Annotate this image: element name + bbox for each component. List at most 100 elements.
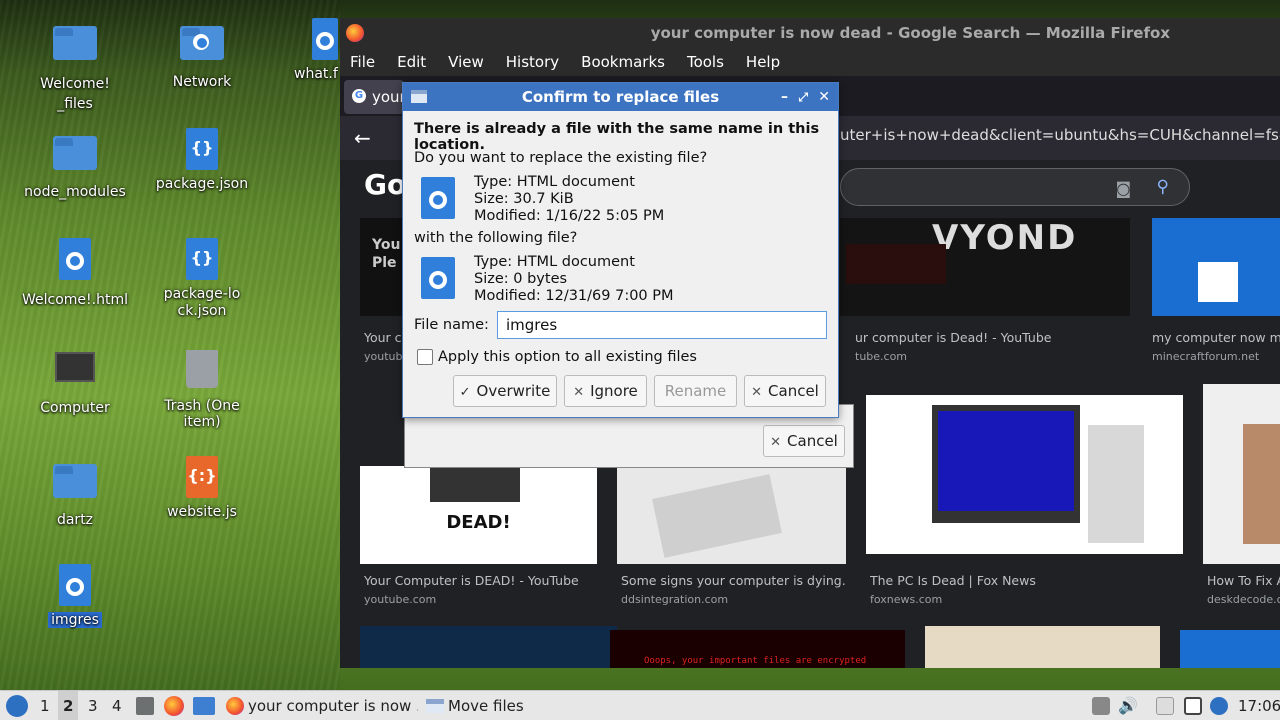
start-menu-icon[interactable] xyxy=(6,695,28,717)
workspace-2[interactable]: 2 xyxy=(58,691,79,720)
result-thumb[interactable] xyxy=(360,626,617,668)
desktop-icon-welcome-files[interactable]: Welcome! _files xyxy=(20,18,130,114)
button-label: Rename xyxy=(664,382,727,400)
rename-button[interactable]: Rename xyxy=(654,375,737,407)
computer-icon xyxy=(53,352,97,396)
menu-bar: File Edit View History Bookmarks Tools H… xyxy=(340,48,1280,76)
close-icon: ✕ xyxy=(573,385,585,400)
volume-icon[interactable]: 🔊 xyxy=(1118,697,1138,715)
maximize-icon[interactable]: ⤢ xyxy=(798,83,808,111)
result-thumb[interactable] xyxy=(617,466,846,564)
existing-file-type: Type: HTML document xyxy=(474,174,635,190)
apply-all-checkbox[interactable] xyxy=(417,349,433,365)
firefox-icon xyxy=(346,24,364,42)
result-caption[interactable]: ur computer is Dead! - YouTube tube.com xyxy=(855,330,1105,363)
close-icon[interactable]: ✕ xyxy=(818,83,830,111)
dialog-titlebar[interactable]: Confirm to replace files – ⤢ ✕ xyxy=(403,83,838,111)
ignore-button[interactable]: ✕ Ignore xyxy=(564,375,647,407)
result-title: How To Fix A xyxy=(1207,573,1280,588)
desktop-icon-dartz[interactable]: dartz xyxy=(20,456,130,528)
desktop-icon-imgres[interactable]: imgres xyxy=(20,564,130,628)
desktop-icon-package-lock-json[interactable]: {} package-lock.json xyxy=(147,238,257,320)
result-caption[interactable]: How To Fix A deskdecode.com xyxy=(1207,573,1280,606)
menu-edit[interactable]: Edit xyxy=(397,48,438,76)
clipboard-icon[interactable] xyxy=(1156,697,1174,715)
url-bar[interactable]: uter+is+now+dead&client=ubuntu&hs=CUH&ch… xyxy=(840,126,1280,144)
desktop-icon-package-json[interactable]: {} package.json xyxy=(147,128,257,192)
minimize-icon[interactable]: – xyxy=(781,83,788,111)
desktop-icon-label: Network xyxy=(172,74,232,90)
result-caption[interactable]: Some signs your computer is dying...or..… xyxy=(621,573,846,606)
search-box[interactable]: ◙ ⚲ xyxy=(840,168,1190,206)
taskbar-window-firefox[interactable]: your computer is now ... xyxy=(222,693,418,719)
menu-view[interactable]: View xyxy=(448,48,496,76)
result-source: youtube.com xyxy=(364,593,437,606)
result-caption[interactable]: my computer now my F minecraftforum.net xyxy=(1152,330,1280,363)
folder-icon xyxy=(53,26,97,70)
result-thumb[interactable]: DEAD! xyxy=(360,466,597,564)
display-icon[interactable] xyxy=(1184,697,1202,715)
existing-file-info: Type: HTML document Size: 30.7 KiB Modif… xyxy=(474,174,664,225)
desktop-icon-label: dartz xyxy=(56,512,94,528)
menu-bookmarks[interactable]: Bookmarks xyxy=(581,48,677,76)
desktop-icon-welcome-html[interactable]: Welcome!.html xyxy=(20,238,130,308)
filename-input[interactable] xyxy=(497,311,827,339)
json-file-icon: {} xyxy=(180,128,224,172)
desktop-icon-network[interactable]: Network xyxy=(147,18,257,90)
desktop-icon-node-modules[interactable]: node_modules xyxy=(20,128,130,200)
window-icon xyxy=(426,699,444,713)
menu-file[interactable]: File xyxy=(350,48,387,76)
browser-tab[interactable]: G your xyxy=(344,80,404,114)
menu-help[interactable]: Help xyxy=(746,48,792,76)
result-caption[interactable]: Your Computer is DEAD! - YouTube youtube… xyxy=(364,573,594,606)
network-folder-icon xyxy=(180,26,224,70)
thumb-graphic xyxy=(846,244,946,284)
incoming-file-modified: Modified: 12/31/69 7:00 PM xyxy=(474,288,674,304)
desktop-icon-computer[interactable]: Computer xyxy=(20,346,130,416)
tray-expand-icon[interactable] xyxy=(1092,697,1110,715)
clock[interactable]: 17:06 xyxy=(1238,691,1280,720)
apply-all-label[interactable]: Apply this option to all existing files xyxy=(438,349,697,365)
trash-icon xyxy=(180,350,224,394)
result-thumb[interactable] xyxy=(866,395,1183,554)
incoming-file-info: Type: HTML document Size: 0 bytes Modifi… xyxy=(474,254,674,305)
result-thumb[interactable]: Ooops, your important files are encrypte… xyxy=(610,630,905,668)
overwrite-button[interactable]: ✓ Overwrite xyxy=(453,375,557,407)
result-caption[interactable]: The PC Is Dead | Fox News foxnews.com xyxy=(870,573,1130,606)
camera-icon[interactable]: ◙ xyxy=(1115,179,1131,198)
close-icon: ✕ xyxy=(751,385,763,400)
result-thumb[interactable] xyxy=(925,626,1160,668)
firefox-launcher-icon[interactable] xyxy=(164,696,184,716)
filename-label: File name: xyxy=(414,317,489,333)
workspace-1[interactable]: 1 xyxy=(40,691,50,720)
incoming-file-type: Type: HTML document xyxy=(474,254,635,270)
workspace-3[interactable]: 3 xyxy=(88,691,98,720)
desktop-icon[interactable] xyxy=(193,697,215,715)
thumb-graphic xyxy=(932,405,1080,523)
qr-code-icon xyxy=(1198,262,1238,302)
result-thumb[interactable]: VYOND xyxy=(840,218,1130,316)
button-label: Cancel xyxy=(787,432,838,450)
existing-file-size: Size: 30.7 KiB xyxy=(474,191,574,207)
desktop-icon-label: Welcome! _files xyxy=(40,76,110,112)
js-file-icon: {:} xyxy=(180,456,224,500)
search-icon[interactable]: ⚲ xyxy=(1157,177,1169,197)
menu-tools[interactable]: Tools xyxy=(687,48,736,76)
back-arrow-icon[interactable]: ← xyxy=(354,126,371,150)
desktop-icon-label: package.json xyxy=(155,176,249,192)
menu-history[interactable]: History xyxy=(506,48,571,76)
notification-icon[interactable] xyxy=(1210,697,1228,715)
workspace-4[interactable]: 4 xyxy=(112,691,122,720)
result-title: my computer now my F xyxy=(1152,330,1280,345)
cancel-button[interactable]: ✕ Cancel xyxy=(744,375,826,407)
result-thumb[interactable] xyxy=(1203,384,1280,564)
desktop-icon-trash[interactable]: Trash (One item) xyxy=(147,346,257,430)
taskbar-window-move-files[interactable]: Move files xyxy=(422,693,532,719)
file-manager-icon[interactable] xyxy=(136,697,154,715)
desktop-icon-label: Welcome!.html xyxy=(22,292,128,308)
move-cancel-button[interactable]: ✕ Cancel xyxy=(763,425,845,457)
result-thumb[interactable] xyxy=(1152,218,1280,316)
result-thumb[interactable] xyxy=(1180,630,1280,668)
desktop-icon-website-js[interactable]: {:} website.js xyxy=(147,456,257,520)
google-logo[interactable]: Go xyxy=(364,168,406,201)
